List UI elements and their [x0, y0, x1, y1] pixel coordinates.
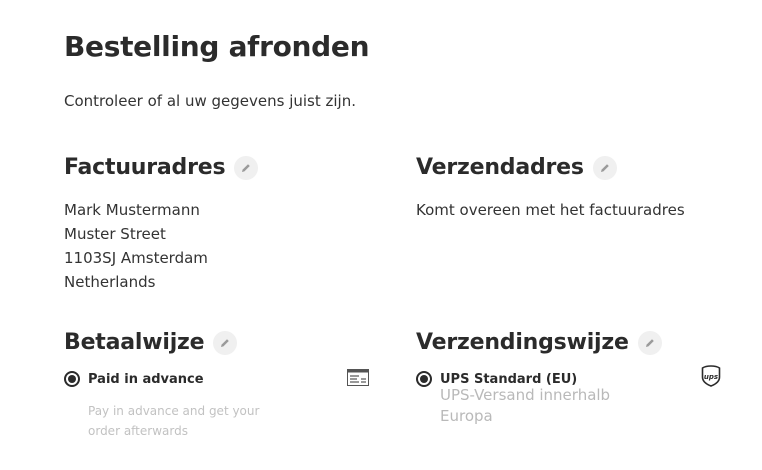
billing-street: Muster Street [64, 225, 166, 243]
pencil-icon [600, 163, 609, 172]
payment-option[interactable]: Paid in advance Pay in advance and get y… [64, 369, 370, 441]
payment-option-label: Paid in advance [88, 371, 204, 387]
svg-text:ups: ups [704, 373, 718, 381]
shipping-address-title: Verzendadres [416, 155, 584, 180]
edit-shipping-method-button[interactable] [637, 330, 662, 355]
billing-country: Netherlands [64, 273, 156, 291]
payment-title: Betaalwijze [64, 330, 205, 355]
billing-city: 1103SJ Amsterdam [64, 249, 208, 267]
billing-name: Mark Mustermann [64, 201, 200, 219]
shipping-address-section: Verzendadres Komt overeen met het factuu… [416, 155, 685, 222]
billing-title: Factuuradres [64, 155, 226, 180]
pencil-icon [221, 338, 230, 347]
page-intro: Controleer of al uw gegevens juist zijn. [64, 92, 356, 110]
pencil-icon [645, 338, 654, 347]
edit-billing-button[interactable] [234, 155, 259, 180]
page-title: Bestelling afronden [64, 30, 370, 63]
shipping-option[interactable]: UPS Standard (EU) UPS-Versand innerhalb … [416, 365, 722, 427]
shipping-method-section: Verzendingswijze UPS Standard (EU) UPS-V… [416, 330, 722, 427]
shipping-radio[interactable] [416, 371, 432, 387]
ups-logo-icon: ups [701, 365, 721, 391]
payment-radio[interactable] [64, 371, 80, 387]
invoice-icon [347, 369, 369, 390]
edit-payment-button[interactable] [213, 330, 238, 355]
billing-section: Factuuradres Mark Mustermann Muster Stre… [64, 155, 259, 294]
shipping-option-description: UPS-Versand innerhalb Europa [440, 386, 611, 425]
pencil-icon [242, 163, 251, 172]
payment-option-description: Pay in advance and get your order afterw… [88, 404, 260, 438]
shipping-method-title: Verzendingswijze [416, 330, 629, 355]
billing-address: Mark Mustermann Muster Street 1103SJ Ams… [64, 198, 258, 294]
edit-shipping-address-button[interactable] [592, 155, 617, 180]
payment-section: Betaalwijze Paid in advance Pay in advan… [64, 330, 370, 441]
shipping-address-text: Komt overeen met het factuuradres [416, 201, 685, 219]
